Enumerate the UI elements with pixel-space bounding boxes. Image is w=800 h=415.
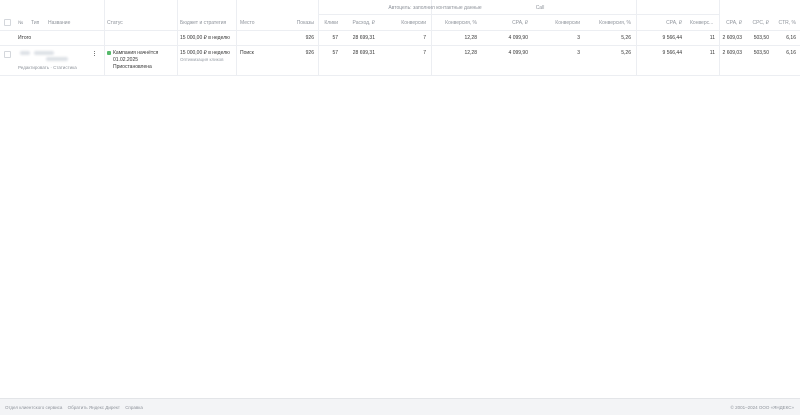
campaign-total-cpa: 2 609,03 bbox=[722, 50, 742, 56]
campaign-goal2-conversions: 3 bbox=[577, 50, 580, 56]
campaign-clicks: 57 bbox=[332, 50, 338, 56]
campaign-type-redacted bbox=[34, 51, 54, 55]
col-goal2-conv-rate[interactable]: Конверсия, % bbox=[590, 20, 631, 26]
col-goal2-cpa[interactable]: CPA, ₽ bbox=[650, 20, 682, 26]
col-goal1-cpa[interactable]: CPA, ₽ bbox=[495, 20, 528, 26]
total-total-conversions: 11 bbox=[709, 35, 715, 41]
col-divider bbox=[177, 0, 178, 75]
total-goal1-conv-rate: 12,28 bbox=[464, 35, 477, 41]
campaign-spend: 28 699,31 bbox=[352, 50, 375, 56]
status-date: 01.02.2025 bbox=[113, 57, 139, 63]
campaign-goal1-conversions: 7 bbox=[423, 50, 426, 56]
footer-link-feedback[interactable]: Обратить Яндекс Директ bbox=[68, 405, 120, 410]
campaign-actions-links[interactable]: Редактировать · Статистика bbox=[18, 65, 77, 71]
total-spend: 28 699,31 bbox=[352, 35, 375, 41]
total-ctr: 6,16 bbox=[786, 35, 796, 41]
footer-link-help[interactable]: Справка bbox=[125, 405, 143, 410]
col-type[interactable]: Тип bbox=[31, 20, 39, 26]
total-clicks: 57 bbox=[332, 35, 338, 41]
col-cpc[interactable]: CPC, ₽ bbox=[745, 20, 769, 26]
total-label: Итого bbox=[18, 35, 32, 41]
col-spend[interactable]: Расход, ₽ bbox=[340, 20, 375, 26]
row-divider bbox=[0, 45, 800, 46]
campaign-goal1-cpa: 4 099,90 bbox=[508, 50, 528, 56]
col-ctr[interactable]: CTR, % bbox=[772, 20, 797, 26]
row-divider bbox=[0, 75, 800, 76]
campaign-impressions: 926 bbox=[305, 50, 314, 56]
campaign-cpc: 503,50 bbox=[753, 50, 769, 56]
status-line1: Кампания начнётся bbox=[113, 50, 159, 56]
col-goal2-conversions[interactable]: Конверсии bbox=[540, 20, 580, 26]
col-total-conversions[interactable]: Конверс... bbox=[690, 20, 713, 26]
goal1-group-header: Автоцель: заполнил контактные данные bbox=[388, 5, 482, 11]
campaign-number-redacted bbox=[20, 51, 30, 55]
col-goal1-conversions[interactable]: Конверсии bbox=[390, 20, 426, 26]
campaign-name-redacted bbox=[46, 57, 68, 61]
total-budget: 15 000,00 ₽ в неделю bbox=[180, 35, 230, 41]
campaigns-table: Автоцель: заполнил контактные данные Cal… bbox=[0, 0, 800, 398]
col-status[interactable]: Статус bbox=[107, 20, 123, 26]
col-number[interactable]: № bbox=[18, 20, 23, 26]
col-divider bbox=[431, 0, 432, 75]
campaign-place: Поиск bbox=[240, 50, 254, 56]
campaign-ctr: 6,16 bbox=[786, 50, 796, 56]
group-header-divider bbox=[318, 14, 719, 15]
status-paused: Приостановлена bbox=[113, 64, 152, 70]
col-place[interactable]: Место bbox=[240, 20, 255, 26]
goal2-group-header: Call bbox=[535, 5, 545, 11]
total-goal2-cpa: 9 566,44 bbox=[662, 35, 682, 41]
footer-links: Отдел клиентского сервиса Обратить Яндек… bbox=[5, 405, 147, 411]
campaign-row-checkbox[interactable] bbox=[4, 51, 11, 58]
col-total-cpa[interactable]: CPA, ₽ bbox=[720, 20, 742, 26]
footer-link-support[interactable]: Отдел клиентского сервиса bbox=[5, 405, 62, 410]
col-divider bbox=[104, 0, 105, 75]
col-divider bbox=[636, 0, 637, 75]
total-goal1-cpa: 4 099,90 bbox=[508, 35, 528, 41]
total-goal2-conversions: 3 bbox=[577, 35, 580, 41]
col-goal1-conv-rate[interactable]: Конверсия, % bbox=[435, 20, 477, 26]
campaign-goal2-cpa: 9 566,44 bbox=[662, 50, 682, 56]
campaign-goal1-conv-rate: 12,28 bbox=[464, 50, 477, 56]
status-indicator-icon bbox=[107, 51, 111, 55]
col-name[interactable]: Название bbox=[48, 20, 70, 26]
col-impressions[interactable]: Показы bbox=[274, 20, 314, 26]
col-budget[interactable]: Бюджет и стратегия bbox=[180, 20, 226, 26]
page-footer: Отдел клиентского сервиса Обратить Яндек… bbox=[0, 398, 800, 415]
select-all-checkbox[interactable] bbox=[4, 19, 11, 26]
campaign-total-conversions: 11 bbox=[709, 50, 715, 56]
total-impressions: 926 bbox=[305, 35, 314, 41]
header-divider bbox=[0, 30, 800, 31]
campaign-budget[interactable]: 15 000,00 ₽ в неделю bbox=[180, 50, 230, 56]
total-total-cpa: 2 609,03 bbox=[722, 35, 742, 41]
col-divider bbox=[236, 0, 237, 75]
col-clicks[interactable]: Клики bbox=[318, 20, 338, 26]
total-goal2-conv-rate: 5,26 bbox=[621, 35, 631, 41]
campaign-strategy: Оптимизация кликов bbox=[180, 57, 224, 62]
total-goal1-conversions: 7 bbox=[423, 35, 426, 41]
more-actions-icon[interactable] bbox=[94, 51, 96, 56]
campaign-goal2-conv-rate: 5,26 bbox=[621, 50, 631, 56]
total-cpc: 503,50 bbox=[753, 35, 769, 41]
footer-copyright: © 2001–2024 ООО «ЯНДЕКС» bbox=[730, 405, 794, 410]
